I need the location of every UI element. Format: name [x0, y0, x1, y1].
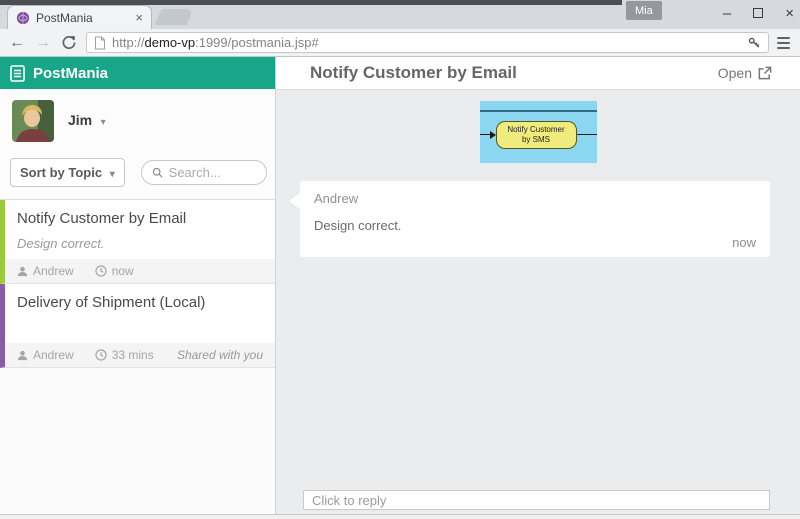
window-minimize-icon[interactable]: – — [723, 6, 731, 21]
browser-profile-chip[interactable]: Mia — [626, 1, 662, 20]
key-icon[interactable] — [748, 36, 761, 49]
message-time: now — [314, 235, 756, 250]
profile-row: Jim ▾ — [0, 89, 275, 150]
open-external-icon — [757, 66, 772, 81]
chevron-down-icon: ▾ — [101, 117, 106, 128]
tab-close-icon[interactable]: × — [135, 11, 143, 24]
main-panel: Notify Customer by Email Open Notify Cus… — [276, 57, 800, 519]
diagram-arrowhead — [490, 131, 496, 139]
user-menu[interactable]: Jim ▾ — [68, 112, 106, 130]
diagram-thumbnail[interactable]: Notify Customer by SMS — [480, 101, 597, 163]
message-card: Andrew Design correct. now — [300, 181, 770, 257]
url-rest: :1999/postmania.jsp# — [195, 35, 319, 50]
user-name: Jim — [68, 112, 92, 128]
search-icon — [152, 166, 163, 179]
sort-by-topic-button[interactable]: Sort by Topic ▾ — [10, 158, 125, 187]
window-bottom-edge — [0, 514, 800, 519]
browser-tab[interactable]: PostMania × — [7, 5, 152, 29]
browser-toolbar: ← → http://demo-vp:1999/postmania.jsp# — [0, 29, 800, 57]
sort-button-label: Sort by Topic — [20, 165, 102, 180]
clock-icon — [95, 349, 107, 361]
diagram-outgoing-flow — [577, 134, 597, 135]
discussion-area: Notify Customer by SMS Andrew Design cor… — [276, 90, 800, 519]
page-title: Notify Customer by Email — [310, 63, 718, 83]
person-icon — [17, 350, 28, 361]
diagram-task-node: Notify Customer by SMS — [496, 121, 577, 149]
topic-footer: Andrew now — [5, 259, 275, 283]
browser-window: PostMania × Mia – × ← → http://demo-vp:1… — [0, 0, 800, 519]
topic-author: Andrew — [33, 348, 74, 362]
topic-author: Andrew — [33, 264, 74, 278]
topic-title: Notify Customer by Email — [17, 210, 263, 227]
chevron-down-icon: ▾ — [110, 169, 115, 180]
back-icon[interactable]: ← — [8, 35, 26, 51]
topic-main: Delivery of Shipment (Local) — [5, 284, 275, 343]
page-icon — [94, 36, 106, 50]
clock-icon — [95, 265, 107, 277]
open-label: Open — [718, 65, 752, 81]
topic-title: Delivery of Shipment (Local) — [17, 294, 263, 311]
topic-time-group: 33 mins — [95, 348, 154, 362]
topic-time-group: now — [95, 264, 134, 278]
topic-preview: Design correct. — [17, 236, 263, 253]
address-bar[interactable]: http://demo-vp:1999/postmania.jsp# — [86, 32, 769, 53]
topic-footer: Andrew 33 mins Shared with you — [5, 343, 275, 367]
key-icon-wrap — [748, 36, 761, 49]
window-close-icon[interactable]: × — [785, 6, 794, 21]
tab-title: PostMania — [36, 11, 129, 25]
url-text: http://demo-vp:1999/postmania.jsp# — [112, 35, 319, 50]
person-icon — [17, 266, 28, 277]
browser-titlebar: PostMania × Mia – × — [0, 0, 800, 29]
app-title: PostMania — [33, 65, 108, 82]
sidebar-controls: Sort by Topic ▾ — [0, 150, 275, 199]
browser-menu-icon[interactable] — [777, 37, 792, 49]
message-author: Andrew — [314, 191, 756, 206]
url-host: demo-vp — [145, 35, 196, 50]
open-link[interactable]: Open — [718, 65, 772, 81]
topic-time: 33 mins — [112, 348, 154, 362]
forward-icon[interactable]: → — [34, 35, 52, 51]
topic-list: Notify Customer by Email Design correct.… — [0, 199, 275, 368]
new-tab-button[interactable] — [154, 9, 193, 25]
window-controls: – × — [723, 0, 794, 26]
postmania-logo-icon — [10, 65, 25, 82]
topic-item-delivery-of-shipment[interactable]: Delivery of Shipment (Local) Andrew — [0, 284, 275, 368]
avatar[interactable] — [12, 100, 54, 142]
app-content: PostMania Jim ▾ Sor — [0, 57, 800, 519]
reply-input[interactable] — [303, 490, 770, 510]
message-body: Design correct. — [314, 218, 756, 233]
topic-main: Notify Customer by Email Design correct. — [5, 200, 275, 259]
sidebar-header: PostMania — [0, 57, 275, 89]
search-box[interactable] — [141, 160, 267, 185]
main-header: Notify Customer by Email Open — [276, 57, 800, 90]
topic-preview — [17, 320, 263, 337]
topic-shared-label: Shared with you — [177, 348, 263, 362]
reload-icon[interactable] — [60, 35, 78, 50]
topic-time: now — [112, 264, 134, 278]
diagram-lane-line — [480, 110, 597, 112]
postmania-favicon — [16, 11, 30, 25]
topic-item-notify-customer-by-email[interactable]: Notify Customer by Email Design correct.… — [0, 200, 275, 284]
search-input[interactable] — [169, 165, 256, 180]
sidebar: PostMania Jim ▾ Sor — [0, 57, 276, 519]
url-scheme: http:// — [112, 35, 145, 50]
window-maximize-icon[interactable] — [753, 8, 763, 18]
